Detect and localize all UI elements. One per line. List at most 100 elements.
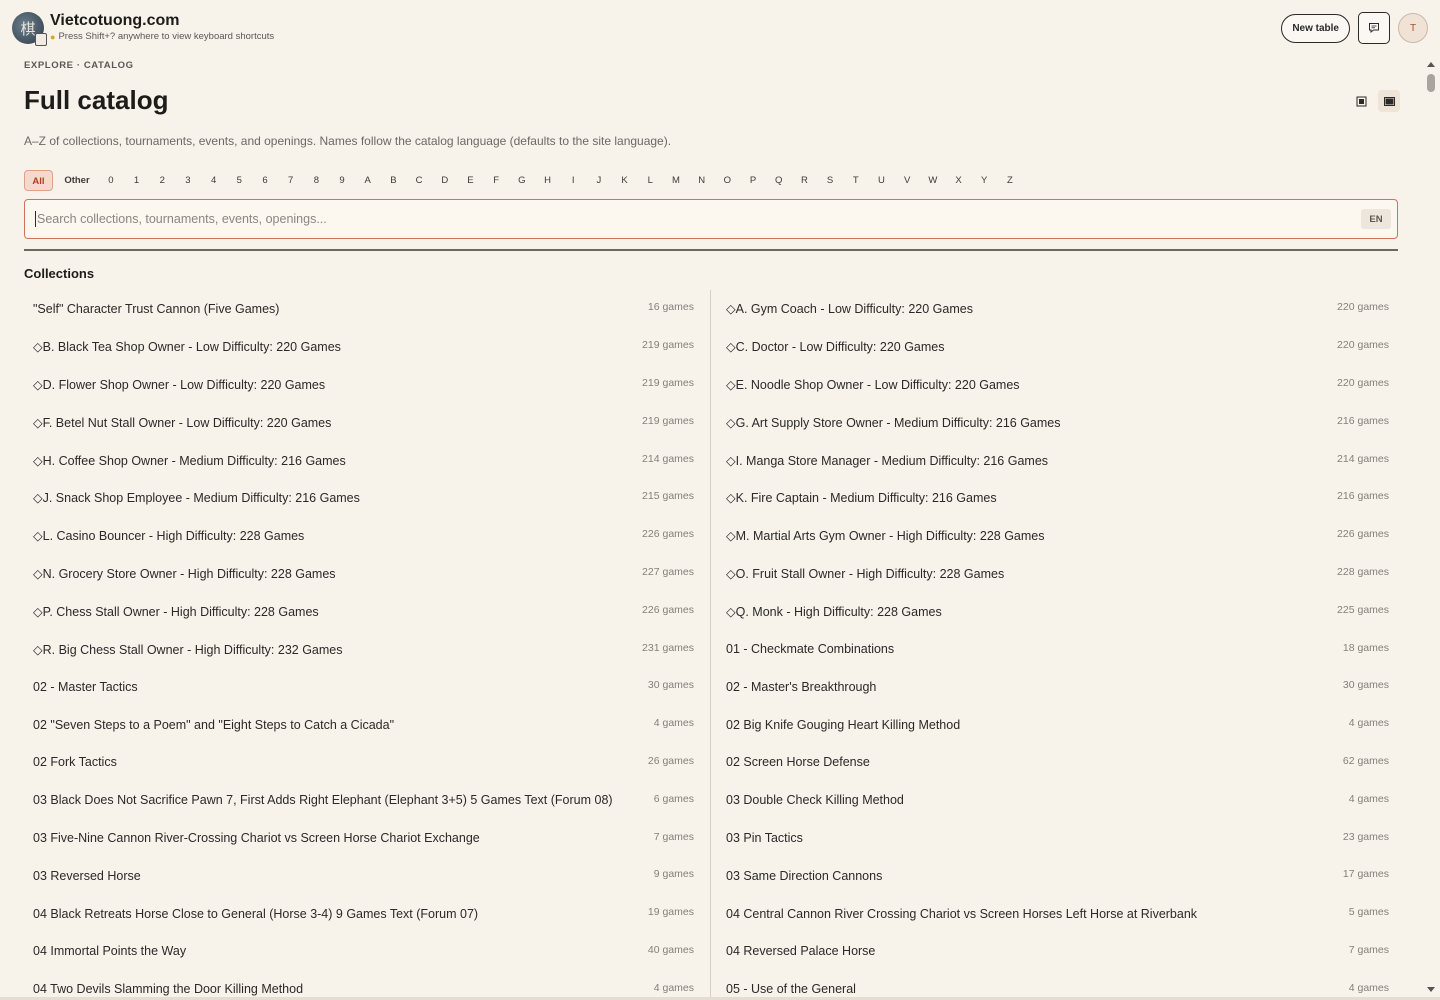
collection-row[interactable]: 02 Fork Tactics 26 games <box>24 744 694 782</box>
new-table-button[interactable]: New table <box>1281 13 1350 43</box>
collection-row[interactable]: 02 - Master's Breakthrough 30 games <box>726 668 1389 706</box>
collection-name[interactable]: ◇J. Snack Shop Employee - Medium Difficu… <box>33 490 360 505</box>
letter-filter-m[interactable]: M <box>668 170 684 191</box>
collection-name[interactable]: ◇E. Noodle Shop Owner - Low Difficulty: … <box>726 377 1020 392</box>
collection-row[interactable]: ◇D. Flower Shop Owner - Low Difficulty: … <box>24 366 694 404</box>
letter-filter-y[interactable]: Y <box>976 170 992 191</box>
letter-filter-i[interactable]: I <box>565 170 581 191</box>
collection-name[interactable]: 03 Double Check Killing Method <box>726 793 904 807</box>
collection-name[interactable]: 04 Reversed Palace Horse <box>726 944 875 958</box>
letter-filter-5[interactable]: 5 <box>231 170 247 191</box>
collection-row[interactable]: 04 Reversed Palace Horse 7 games <box>726 933 1389 971</box>
letter-filter-a[interactable]: A <box>360 170 376 191</box>
letter-filter-c[interactable]: C <box>411 170 427 191</box>
collection-name[interactable]: 04 Two Devils Slamming the Door Killing … <box>33 982 303 996</box>
letter-filter-h[interactable]: H <box>540 170 556 191</box>
collection-name[interactable]: 04 Immortal Points the Way <box>33 944 186 958</box>
chat-button[interactable] <box>1358 12 1390 44</box>
letter-filter-8[interactable]: 8 <box>309 170 325 191</box>
collection-name[interactable]: ◇K. Fire Captain - Medium Difficulty: 21… <box>726 490 997 505</box>
letter-filter-l[interactable]: L <box>642 170 658 191</box>
collection-row[interactable]: ◇O. Fruit Stall Owner - High Difficulty:… <box>726 555 1389 593</box>
letter-filter-d[interactable]: D <box>437 170 453 191</box>
collection-row[interactable]: ◇G. Art Supply Store Owner - Medium Diff… <box>726 403 1389 441</box>
letter-filter-v[interactable]: V <box>899 170 915 191</box>
collection-name[interactable]: ◇M. Martial Arts Gym Owner - High Diffic… <box>726 528 1045 543</box>
scroll-thumb[interactable] <box>1427 74 1435 92</box>
collection-name[interactable]: 02 Screen Horse Defense <box>726 755 870 769</box>
collection-row[interactable]: 04 Two Devils Slamming the Door Killing … <box>24 970 694 1000</box>
letter-filter-9[interactable]: 9 <box>334 170 350 191</box>
collection-name[interactable]: 03 Five-Nine Cannon River-Crossing Chari… <box>33 831 480 845</box>
collection-row[interactable]: ◇K. Fire Captain - Medium Difficulty: 21… <box>726 479 1389 517</box>
letter-filter-p[interactable]: P <box>745 170 761 191</box>
collection-row[interactable]: 03 Same Direction Cannons 17 games <box>726 857 1389 895</box>
scroll-up-arrow-icon[interactable] <box>1427 62 1435 67</box>
collection-row[interactable]: ◇J. Snack Shop Employee - Medium Difficu… <box>24 479 694 517</box>
collection-name[interactable]: ◇O. Fruit Stall Owner - High Difficulty:… <box>726 566 1004 581</box>
collection-row[interactable]: 04 Central Cannon River Crossing Chariot… <box>726 895 1389 933</box>
collection-name[interactable]: ◇P. Chess Stall Owner - High Difficulty:… <box>33 604 319 619</box>
collection-name[interactable]: 02 Fork Tactics <box>33 755 117 769</box>
collection-row[interactable]: ◇Q. Monk - High Difficulty: 228 Games 225… <box>726 592 1389 630</box>
letter-filter-s[interactable]: S <box>822 170 838 191</box>
collection-name[interactable]: 01 - Checkmate Combinations <box>726 642 894 656</box>
collection-name[interactable]: ◇N. Grocery Store Owner - High Difficult… <box>33 566 336 581</box>
collection-row[interactable]: "Self" Character Trust Cannon (Five Game… <box>24 290 694 328</box>
letter-filter-4[interactable]: 4 <box>206 170 222 191</box>
collection-row[interactable]: 05 - Use of the General 4 games <box>726 970 1389 1000</box>
collection-name[interactable]: 04 Central Cannon River Crossing Chariot… <box>726 907 1197 921</box>
letter-filter-q[interactable]: Q <box>771 170 787 191</box>
collection-row[interactable]: 03 Reversed Horse 9 games <box>24 857 694 895</box>
compact-view-toggle[interactable] <box>1350 90 1372 112</box>
letter-filter-other[interactable]: Other <box>61 170 93 191</box>
letter-filter-g[interactable]: G <box>514 170 530 191</box>
search-input[interactable] <box>35 211 1361 227</box>
collection-row[interactable]: ◇A. Gym Coach - Low Difficulty: 220 Game… <box>726 290 1389 328</box>
collection-name[interactable]: ◇A. Gym Coach - Low Difficulty: 220 Game… <box>726 301 973 316</box>
collection-row[interactable]: ◇R. Big Chess Stall Owner - High Difficu… <box>24 630 694 668</box>
collection-name[interactable]: 04 Black Retreats Horse Close to General… <box>33 907 478 921</box>
collection-row[interactable]: 03 Double Check Killing Method 4 games <box>726 781 1389 819</box>
collection-row[interactable]: 03 Black Does Not Sacrifice Pawn 7, Firs… <box>24 781 694 819</box>
wide-view-toggle[interactable] <box>1378 90 1400 112</box>
collection-name[interactable]: 03 Reversed Horse <box>33 869 141 883</box>
letter-filter-z[interactable]: Z <box>1002 170 1018 191</box>
collection-name[interactable]: 02 "Seven Steps to a Poem" and "Eight St… <box>33 718 394 732</box>
collection-row[interactable]: ◇C. Doctor - Low Difficulty: 220 Games 22… <box>726 328 1389 366</box>
collection-row[interactable]: 02 Big Knife Gouging Heart Killing Metho… <box>726 706 1389 744</box>
collection-row[interactable]: 04 Immortal Points the Way 40 games <box>24 933 694 971</box>
brand-title[interactable]: Vietcotuong.com <box>50 12 274 30</box>
collection-row[interactable]: ◇M. Martial Arts Gym Owner - High Diffic… <box>726 517 1389 555</box>
collection-name[interactable]: 03 Black Does Not Sacrifice Pawn 7, Firs… <box>33 793 613 807</box>
collection-name[interactable]: ◇Q. Monk - High Difficulty: 228 Games <box>726 604 942 619</box>
collection-name[interactable]: "Self" Character Trust Cannon (Five Game… <box>33 302 279 316</box>
letter-filter-t[interactable]: T <box>848 170 864 191</box>
collection-name[interactable]: ◇B. Black Tea Shop Owner - Low Difficult… <box>33 339 341 354</box>
letter-filter-n[interactable]: N <box>694 170 710 191</box>
letter-filter-0[interactable]: 0 <box>103 170 119 191</box>
letter-filter-x[interactable]: X <box>951 170 967 191</box>
letter-filter-k[interactable]: K <box>617 170 633 191</box>
collection-name[interactable]: ◇F. Betel Nut Stall Owner - Low Difficul… <box>33 415 331 430</box>
scroll-down-arrow-icon[interactable] <box>1427 987 1435 992</box>
collection-row[interactable]: ◇L. Casino Bouncer - High Difficulty: 22… <box>24 517 694 555</box>
letter-filter-2[interactable]: 2 <box>154 170 170 191</box>
collection-name[interactable]: 02 - Master's Breakthrough <box>726 680 876 694</box>
site-logo[interactable]: 棋 <box>12 12 47 46</box>
collection-row[interactable]: ◇N. Grocery Store Owner - High Difficult… <box>24 555 694 593</box>
letter-filter-u[interactable]: U <box>874 170 890 191</box>
letter-filter-1[interactable]: 1 <box>129 170 145 191</box>
letter-filter-b[interactable]: B <box>386 170 402 191</box>
collection-name[interactable]: 02 - Master Tactics <box>33 680 138 694</box>
language-badge[interactable]: EN <box>1361 209 1391 229</box>
collection-name[interactable]: 03 Pin Tactics <box>726 831 803 845</box>
collection-row[interactable]: 02 Screen Horse Defense 62 games <box>726 744 1389 782</box>
collection-row[interactable]: ◇E. Noodle Shop Owner - Low Difficulty: … <box>726 366 1389 404</box>
collection-name[interactable]: 02 Big Knife Gouging Heart Killing Metho… <box>726 718 960 732</box>
letter-filter-all[interactable]: All <box>24 170 53 191</box>
letter-filter-r[interactable]: R <box>797 170 813 191</box>
collection-row[interactable]: ◇I. Manga Store Manager - Medium Difficu… <box>726 441 1389 479</box>
collection-name[interactable]: ◇D. Flower Shop Owner - Low Difficulty: … <box>33 377 325 392</box>
collection-name[interactable]: 05 - Use of the General <box>726 982 856 996</box>
